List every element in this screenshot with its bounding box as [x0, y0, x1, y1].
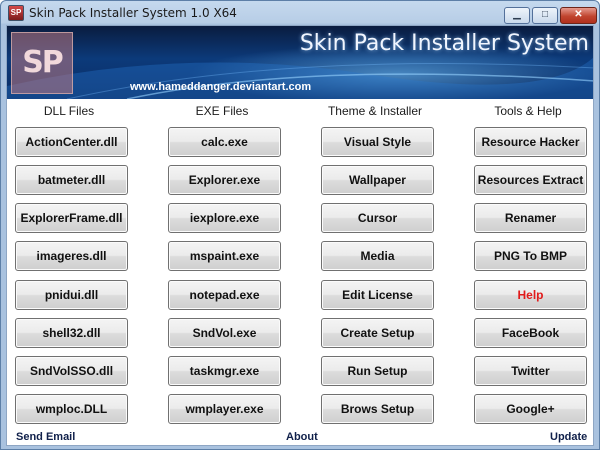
banner-url: www.hameddanger.deviantart.com [130, 81, 312, 93]
sp-logo: SP [11, 32, 73, 94]
notepad-exe-button[interactable]: notepad.exe [168, 280, 281, 310]
help-button[interactable]: Help [474, 280, 587, 310]
facebook-button[interactable]: FaceBook [474, 318, 587, 348]
client-area: SP Skin Pack Installer System www.hamedd… [6, 25, 594, 446]
resources-extract-button[interactable]: Resources Extract [474, 165, 587, 195]
about-link[interactable]: About [286, 431, 318, 443]
update-link[interactable]: Update [550, 431, 587, 443]
resource-hacker-button[interactable]: Resource Hacker [474, 127, 587, 157]
minimize-icon: ▁ [513, 9, 521, 20]
explorerframe-dll-button[interactable]: ExplorerFrame.dll [15, 203, 128, 233]
edit-license-button[interactable]: Edit License [321, 280, 434, 310]
wmplayer-exe-button[interactable]: wmplayer.exe [168, 394, 281, 424]
close-icon: ✕ [574, 9, 583, 20]
twitter-button[interactable]: Twitter [474, 356, 587, 386]
explorer-exe-button[interactable]: Explorer.exe [168, 165, 281, 195]
app-window: SP Skin Pack Installer System 1.0 X64 ▁ … [0, 0, 600, 450]
sndvol-exe-button[interactable]: SndVol.exe [168, 318, 281, 348]
exe-files-header: EXE Files [195, 104, 249, 118]
banner-title: Skin Pack Installer System [299, 31, 589, 56]
maximize-icon: □ [541, 9, 549, 20]
visual-style-button[interactable]: Visual Style [321, 127, 434, 157]
batmeter-dll-button[interactable]: batmeter.dll [15, 165, 128, 195]
media-button[interactable]: Media [321, 241, 434, 271]
create-setup-button[interactable]: Create Setup [321, 318, 434, 348]
google-plus-button[interactable]: Google+ [474, 394, 587, 424]
pnidui-dll-button[interactable]: pnidui.dll [15, 280, 128, 310]
calc-exe-button[interactable]: calc.exe [168, 127, 281, 157]
wallpaper-button[interactable]: Wallpaper [321, 165, 434, 195]
tools-help-header: Tools & Help [494, 104, 562, 118]
mspaint-exe-button[interactable]: mspaint.exe [168, 241, 281, 271]
close-button[interactable]: ✕ [560, 7, 597, 24]
sndvolsso-dll-button[interactable]: SndVolSSO.dll [15, 356, 128, 386]
minimize-button[interactable]: ▁ [504, 7, 530, 24]
app-icon: SP [8, 5, 24, 21]
header-banner: SP Skin Pack Installer System www.hamedd… [7, 26, 593, 99]
run-setup-button[interactable]: Run Setup [321, 356, 434, 386]
renamer-button[interactable]: Renamer [474, 203, 587, 233]
send-email-link[interactable]: Send Email [16, 431, 75, 443]
dll-files-header: DLL Files [43, 104, 95, 118]
brows-setup-button[interactable]: Brows Setup [321, 394, 434, 424]
iexplore-exe-button[interactable]: iexplore.exe [168, 203, 281, 233]
taskmgr-exe-button[interactable]: taskmgr.exe [168, 356, 281, 386]
shell32-dll-button[interactable]: shell32.dll [15, 318, 128, 348]
png-to-bmp-button[interactable]: PNG To BMP [474, 241, 587, 271]
actioncenter-dll-button[interactable]: ActionCenter.dll [15, 127, 128, 157]
wmploc-dll-button[interactable]: wmploc.DLL [15, 394, 128, 424]
cursor-button[interactable]: Cursor [321, 203, 434, 233]
theme-installer-header: Theme & Installer [327, 104, 423, 118]
imageres-dll-button[interactable]: imageres.dll [15, 241, 128, 271]
window-title: Skin Pack Installer System 1.0 X64 [29, 6, 237, 20]
maximize-button[interactable]: □ [532, 7, 558, 24]
title-bar[interactable]: SP Skin Pack Installer System 1.0 X64 ▁ … [1, 1, 599, 24]
